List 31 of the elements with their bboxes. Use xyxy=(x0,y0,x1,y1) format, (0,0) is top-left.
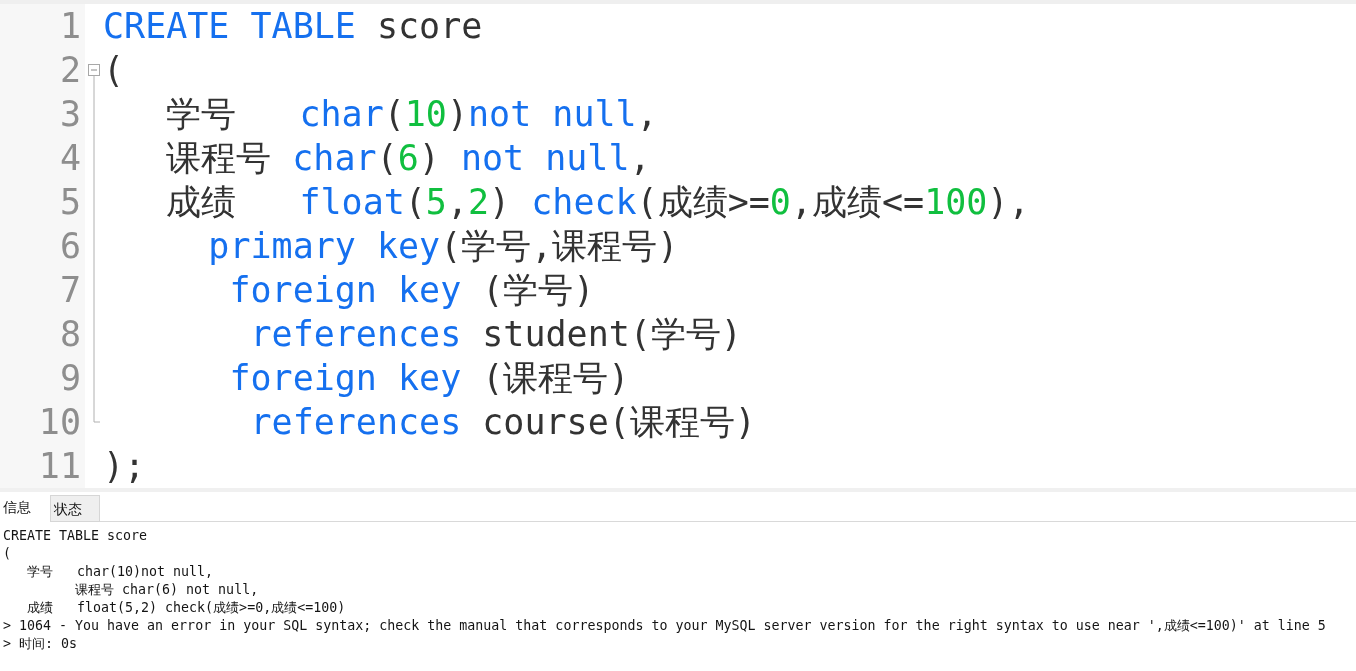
code-line: foreign key (课程号) xyxy=(229,357,630,400)
log-line: CREATE TABLE score xyxy=(3,527,148,545)
line-number: 11 xyxy=(38,445,81,488)
fold-toggle-icon[interactable] xyxy=(88,64,100,76)
line-number: 5 xyxy=(59,181,81,224)
line-number: 3 xyxy=(59,93,81,136)
code-line: ( xyxy=(103,49,125,92)
log-line: 课程号 char(6) not null, xyxy=(75,581,259,599)
code-line: CREATE TABLE score xyxy=(103,5,483,48)
code-line: ); xyxy=(103,445,146,488)
log-line: 成绩 float(5,2) check(成绩>=0,成绩<=100) xyxy=(27,599,346,617)
code-line: foreign key (学号) xyxy=(229,269,595,312)
line-number: 7 xyxy=(59,269,81,312)
line-number: 10 xyxy=(38,401,81,444)
log-line: > 时间: 0s xyxy=(3,635,78,653)
code-line: 课程号 char(6) not null, xyxy=(166,137,651,180)
code-line: references course(课程号) xyxy=(250,401,756,444)
log-line: ( xyxy=(3,545,11,563)
line-number: 2 xyxy=(59,49,81,92)
panel-tab[interactable]: 状态 xyxy=(50,495,100,522)
line-number: 1 xyxy=(59,5,81,48)
line-number: 6 xyxy=(59,225,81,268)
line-number: 4 xyxy=(59,137,81,180)
log-line: 学号 char(10)not null, xyxy=(27,563,214,581)
line-number: 9 xyxy=(59,357,81,400)
code-line: references student(学号) xyxy=(250,313,742,356)
log-line: > 1064 - You have an error in your SQL syntax; check the manual that corresponds to your MySQL server version for the right syntax to use near ',成绩<=100)' at line 5 xyxy=(3,617,1326,635)
code-line: primary key(学号,课程号) xyxy=(208,225,679,268)
line-number: 8 xyxy=(59,313,81,356)
code-line: 成绩 float(5,2) check(成绩>=0,成绩<=100), xyxy=(166,181,1030,224)
code-line: 学号 char(10)not null, xyxy=(166,93,658,136)
